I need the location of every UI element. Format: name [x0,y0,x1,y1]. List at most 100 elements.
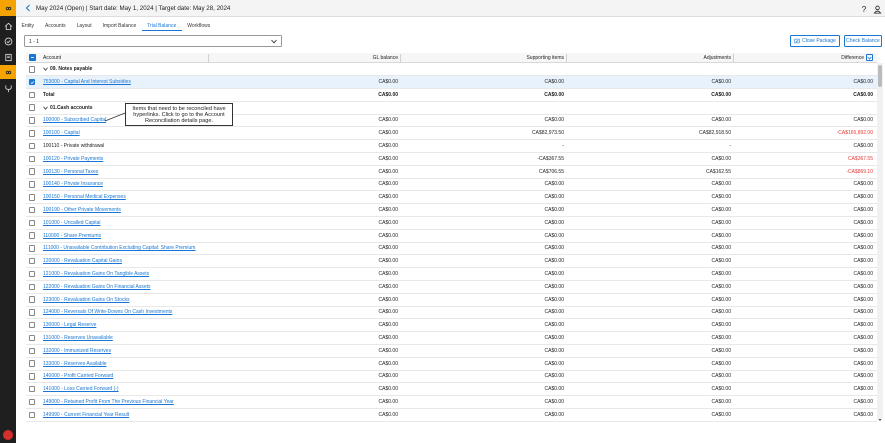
select-all-checkbox[interactable] [26,53,38,62]
account-link[interactable]: 149990 - Current Financial Year Result [43,412,129,418]
account-link[interactable]: 121000 - Revaluation Gains On Tangible A… [43,271,149,277]
group-cell[interactable]: 01.Cash accounts [43,102,93,114]
row-checkbox[interactable] [26,294,38,306]
account-link[interactable]: 100120 - Private Payments [43,156,103,162]
table-row[interactable]: 111000 - Unavailable Contribution Exclud… [26,243,877,256]
table-row[interactable]: 133000 - Reserves Available CA$0.00 CA$0.0… [26,358,877,371]
tab-import-balance[interactable]: Import Balance [97,20,142,31]
account-link[interactable]: 100000 - Subscribed Capital [43,117,106,123]
table-row[interactable]: 149000 - Retained Profit From The Previo… [26,396,877,409]
table-row[interactable]: 123000 - Revaluation Gains On Stocks CA$0… [26,294,877,307]
row-checkbox[interactable] [26,179,38,191]
account-link[interactable]: 100150 - Personal Medical Expenses [43,194,126,200]
home-icon[interactable] [0,19,16,33]
row-checkbox[interactable] [26,115,38,127]
table-row[interactable]: 132000 - Immunized Reserves CA$0.00 CA$0.0… [26,345,877,358]
table-row[interactable]: 100130 - Personal Taxes CA$0.00 CA$706.55 C… [26,166,877,179]
tab-trial-balance[interactable]: Trial Balance [141,20,182,31]
table-row[interactable]: 141000 - Loss Carried Forward (-) CA$0.00… [26,383,877,397]
chevron-down-icon[interactable] [43,67,48,72]
row-checkbox[interactable] [26,268,38,280]
row-checkbox[interactable] [26,243,38,255]
table-row[interactable]: 100140 - Private Insurance CA$0.00 CA$0.00… [26,179,877,192]
table-row[interactable]: 100150 - Personal Medical Expenses CA$0.0… [26,191,877,205]
table-row[interactable]: 124000 - Reversals Of Write-Downs On Cas… [26,307,877,320]
account-link[interactable]: 131000 - Reserves Unavailable [43,335,113,341]
account-link[interactable]: 123000 - Revaluation Gains On Stocks [43,297,129,303]
row-checkbox[interactable] [26,371,38,383]
column-header-account[interactable]: Account [43,53,61,62]
close-management-icon[interactable] [0,65,16,79]
table-row[interactable]: 122000 - Revaluation Gains On Financial … [26,281,877,294]
account-link[interactable]: 111000 - Unavailable Contribution Exclud… [43,245,195,251]
tab-entity[interactable]: Entity [16,20,40,31]
row-checkbox[interactable] [26,191,38,203]
table-row[interactable]: 110000 - Share Premiums CA$0.00 CA$0.00 CA$… [26,230,877,243]
account-link[interactable]: 110000 - Share Premiums [43,233,101,239]
account-link[interactable]: 100100 - Capital [43,130,80,136]
row-checkbox[interactable] [26,63,38,75]
table-row[interactable]: 131000 - Reserves Unavailable CA$0.00 CA$0… [26,332,877,345]
table-row[interactable]: 100110 - Private withdrawal CA$0.00 - - CA$0… [26,140,877,153]
user-avatar[interactable] [3,430,13,440]
row-checkbox[interactable] [26,166,38,178]
row-checkbox[interactable] [26,255,38,267]
account-link[interactable]: 100130 - Personal Taxes [43,169,98,175]
table-row[interactable]: 140000 - Profit Carried Forward CA$0.00 CA… [26,371,877,384]
scrollbar-thumb[interactable] [878,65,882,87]
row-checkbox[interactable] [26,319,38,331]
column-header-gl-balance[interactable]: GL balance [373,53,398,62]
row-checkbox[interactable] [26,358,38,370]
column-header-supporting-items[interactable]: Supporting items [526,53,564,62]
vertical-scrollbar[interactable] [877,63,883,422]
account-link[interactable]: 122000 - Revaluation Gains On Financial … [43,284,151,290]
table-row[interactable]: 100120 - Private Payments CA$0.00 -CA$367.… [26,153,877,166]
account-link[interactable]: 124000 - Reversals Of Write-Downs On Cas… [43,309,172,315]
table-row[interactable]: 100190 - Other Private Movements CA$0.00 C… [26,204,877,217]
row-checkbox[interactable] [26,140,38,152]
row-checkbox[interactable] [26,102,38,114]
row-checkbox[interactable] [26,383,38,395]
row-checkbox[interactable] [26,396,38,408]
row-checkbox[interactable] [26,230,38,242]
tab-accounts[interactable]: Accounts [40,20,72,31]
account-link[interactable]: 101000 - Uncalled Capital [43,220,101,226]
group-row[interactable]: 09. Notes payable [26,63,877,77]
row-checkbox[interactable] [26,307,38,319]
row-checkbox[interactable] [26,332,38,344]
book-icon[interactable] [0,50,16,64]
account-link[interactable]: 120000 - Revaluation Capital Gains [43,258,122,264]
row-checkbox[interactable] [26,89,38,101]
check-balance-button[interactable]: Check Balance [844,35,882,47]
account-link[interactable]: 140000 - Profit Carried Forward [43,373,113,379]
table-row[interactable]: 149990 - Current Financial Year Result CA… [26,409,877,422]
scroll-down-arrow-icon[interactable] [878,418,882,422]
total-row[interactable]: Total CA$0.00 CA$0.00 CA$0.00 CA$0.00 [26,89,877,102]
table-row[interactable]: 130000 - Legal Reserve CA$0.00 CA$0.00 CA$0… [26,319,877,333]
back-chevron-icon[interactable] [25,3,33,13]
tab-layout[interactable]: Layout [71,20,97,31]
tab-workflows[interactable]: Workflows [182,20,216,31]
group-cell[interactable]: 09. Notes payable [43,63,92,75]
row-checkbox[interactable] [26,204,38,216]
account-link[interactable]: 141000 - Loss Carried Forward (-) [43,386,119,392]
table-row[interactable]: 101000 - Uncalled Capital CA$0.00 CA$0.00 C… [26,217,877,230]
table-row[interactable]: 100100 - Capital CA$0.00 CA$82,973.50 CA$82… [26,127,877,141]
account-link[interactable]: 100190 - Other Private Movements [43,207,121,213]
chevron-down-icon[interactable] [43,106,48,110]
row-checkbox[interactable] [26,217,38,229]
table-row[interactable]: 753000 - Capital And Interest Subsidies C… [26,76,877,89]
account-link[interactable]: 133000 - Reserves Available [43,361,107,367]
account-link[interactable]: 753000 - Capital And Interest Subsidies [43,79,131,85]
table-row[interactable]: 121000 - Revaluation Gains On Tangible A… [26,268,877,281]
table-row[interactable]: 120000 - Revaluation Capital Gains CA$0.0… [26,255,877,269]
help-icon[interactable]: ? [859,4,869,14]
row-checkbox[interactable] [26,409,38,421]
account-link[interactable]: 132000 - Immunized Reserves [43,348,111,354]
row-checkbox[interactable] [26,76,38,88]
check-circle-icon[interactable] [0,34,16,48]
close-package-button[interactable]: Close Package [790,35,840,47]
row-checkbox[interactable] [26,281,38,293]
logo-infinity-icon[interactable] [0,0,16,16]
column-header-adjustments[interactable]: Adjustments [703,53,731,62]
